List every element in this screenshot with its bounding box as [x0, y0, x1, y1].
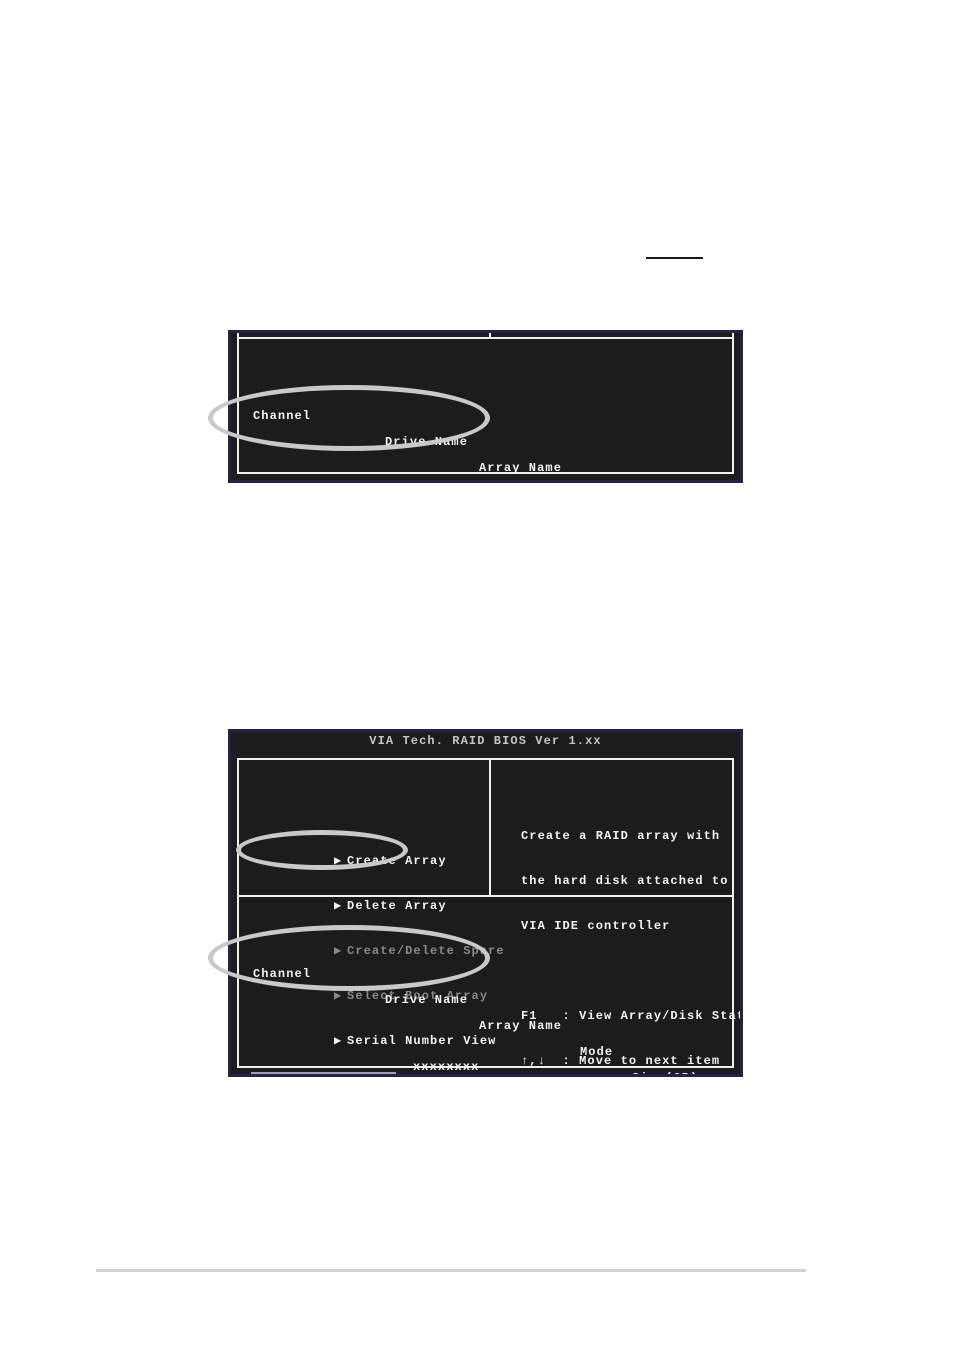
screen-one-pane-divider [489, 333, 491, 339]
menu-item-label: Create Array [347, 854, 447, 868]
menu-item-create-array[interactable]: ▶ Create Array [251, 836, 505, 868]
raid-bios-screen-main-menu: VIA Tech. RAID BIOS Ver 1.xx ▶ Create Arr… [228, 729, 743, 1077]
screen-two-top-pane: ▶ Create Array ▶ Delete Array ▶ Create/Dele… [239, 760, 740, 1068]
help-description-line: the hard disk attached to [521, 874, 729, 888]
bios-title: VIA Tech. RAID BIOS Ver 1.xx [369, 734, 602, 748]
top-underline-mark [646, 257, 703, 259]
screen-one-disk-table: Channel Drive Name Array Name Mode Size(… [239, 349, 732, 480]
footer-rule [96, 1269, 806, 1272]
header-drive-name: Drive Name [385, 993, 469, 1007]
serial-number-value: xxxxxxxx [413, 1060, 480, 1074]
table-header-row: Channel Drive Name Array Name Mode Size(… [239, 935, 732, 1074]
header-array-name: Array Name [479, 461, 563, 475]
header-mode: Mode [580, 481, 613, 483]
raid-bios-screen-disk-status: ESC : Exit Channel Drive Name Array Name… [228, 330, 743, 483]
serial-number-field: Serial Number: xxxxxxxx [253, 1060, 478, 1077]
header-channel: Channel [253, 967, 312, 981]
serial-number-label: Serial Number: [303, 1074, 419, 1077]
screen-two-disk-table: Channel Drive Name Array Name Mode Size(… [239, 907, 732, 1074]
header-channel: Channel [253, 409, 312, 423]
header-array-name: Array Name [479, 1019, 563, 1033]
screen-two-inner-frame: ▶ Create Array ▶ Delete Array ▶ Create/Dele… [237, 758, 740, 1074]
screen-one-inner-frame: ESC : Exit Channel Drive Name Array Name… [237, 333, 734, 475]
help-description-line: Create a RAID array with [521, 829, 721, 843]
menu-arrow-icon: ▶ [334, 854, 343, 868]
header-drive-name: Drive Name [385, 435, 469, 449]
table-header-row: Channel Drive Name Array Name Mode Size(… [239, 377, 732, 475]
screen-one-menu-pane: ESC : Exit [239, 333, 732, 339]
